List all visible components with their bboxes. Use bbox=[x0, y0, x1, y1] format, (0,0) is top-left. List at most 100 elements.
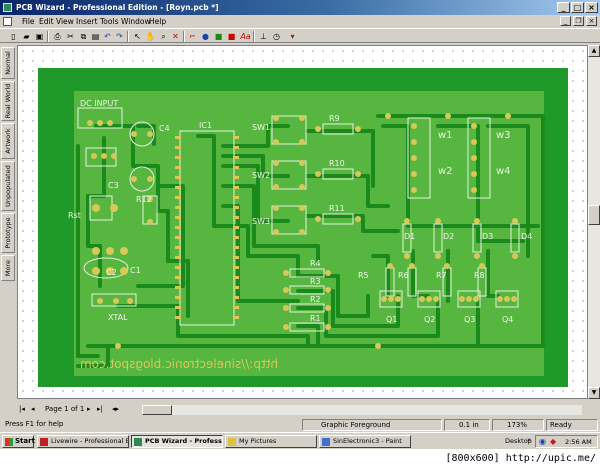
component-icon[interactable]: ▾ bbox=[287, 31, 298, 42]
clock-icon[interactable]: ◷ bbox=[271, 31, 282, 42]
status-zoom: 173% bbox=[492, 419, 544, 431]
label-d2: D2 bbox=[443, 232, 454, 241]
first-page-icon[interactable]: |◂ bbox=[19, 405, 25, 413]
menu-help[interactable]: Help bbox=[149, 17, 166, 26]
doc-close-button[interactable]: × bbox=[586, 16, 597, 26]
label-q4: Q4 bbox=[502, 315, 513, 324]
prev-page-icon[interactable]: ◂ bbox=[31, 405, 35, 413]
minimize-button[interactable]: _ bbox=[557, 2, 570, 13]
label-dc-input: DC INPUT bbox=[80, 99, 118, 108]
menu-tools[interactable]: Tools bbox=[100, 17, 118, 26]
doc-minimize-button[interactable]: _ bbox=[560, 16, 571, 26]
label-rst: Rst bbox=[68, 211, 81, 220]
label-w1: w1 bbox=[438, 130, 453, 141]
horizontal-scrollbar[interactable] bbox=[142, 405, 582, 415]
new-icon[interactable]: ▯ bbox=[8, 31, 19, 42]
arrow-icon[interactable]: ↖ bbox=[132, 31, 143, 42]
vertical-scrollbar[interactable]: ▲ ▼ bbox=[588, 45, 600, 399]
taskbar-livewire[interactable]: Livewire - Professional E... bbox=[37, 435, 129, 448]
footer-text: [800x600] http://upic.me/ bbox=[445, 453, 596, 464]
taskbar-my-pictures[interactable]: My Pictures bbox=[225, 435, 317, 448]
measure-icon[interactable]: ⊥ bbox=[258, 31, 269, 42]
tab-unpopulated[interactable]: Unpopulated bbox=[1, 161, 15, 211]
hand-icon[interactable]: ✋ bbox=[145, 31, 156, 42]
start-button[interactable]: Start bbox=[2, 435, 35, 448]
shield-icon[interactable]: ◆ bbox=[550, 437, 556, 446]
scroll-up-icon[interactable]: ▲ bbox=[588, 45, 600, 57]
paste-icon[interactable]: ▤ bbox=[90, 31, 101, 42]
page-navigation: |◂ ◂ Page 1 of 1 ▸ ▸| ◂▸ bbox=[17, 404, 588, 416]
menu-edit[interactable]: Edit bbox=[39, 17, 54, 26]
tab-more[interactable]: More bbox=[1, 255, 15, 281]
label-sw2: SW2 bbox=[252, 171, 270, 180]
system-tray: ◉ ◆ 2:56 AM bbox=[535, 435, 598, 448]
hscroll-thumb[interactable] bbox=[142, 405, 172, 415]
document-icon[interactable] bbox=[3, 17, 12, 26]
cross-icon[interactable]: ✕ bbox=[170, 31, 181, 42]
label-r11: R11 bbox=[329, 204, 345, 213]
label-r5: R5 bbox=[358, 271, 369, 280]
save-icon[interactable]: ▣ bbox=[34, 31, 45, 42]
taskbar-label: Livewire - Professional E... bbox=[51, 437, 129, 445]
open-icon[interactable]: ▰ bbox=[21, 31, 32, 42]
label-xtal: XTAL bbox=[108, 313, 128, 322]
folder-icon bbox=[228, 438, 236, 446]
cut-icon[interactable]: ✂ bbox=[65, 31, 76, 42]
scroll-down-icon[interactable]: ▼ bbox=[588, 387, 600, 399]
zoom-icon[interactable]: ⌕ bbox=[158, 31, 169, 42]
text-icon[interactable]: Aa bbox=[240, 31, 251, 42]
desktop-chevron-icon[interactable]: » bbox=[527, 436, 531, 444]
next-page-icon[interactable]: ▸ bbox=[87, 405, 91, 413]
title-bar[interactable]: PCB Wizard - Professional Edition - [Roy… bbox=[0, 0, 600, 15]
window-title: PCB Wizard - Professional Edition - [Roy… bbox=[16, 3, 219, 12]
redo-icon[interactable]: ↷ bbox=[114, 31, 125, 42]
toolbar-separator bbox=[127, 31, 129, 42]
maximize-button[interactable]: □ bbox=[571, 2, 584, 13]
menu-file[interactable]: File bbox=[22, 17, 35, 26]
pad-icon[interactable]: ● bbox=[200, 31, 211, 42]
menu-bar: File Edit View Insert Tools Window Help … bbox=[0, 15, 600, 28]
label-sw1: SW1 bbox=[252, 123, 270, 132]
label-r12: R12 bbox=[136, 195, 152, 204]
status-help: Press F1 for help bbox=[5, 420, 64, 428]
taskbar-paint[interactable]: SinElectronic3 - Paint bbox=[319, 435, 411, 448]
paint-icon bbox=[322, 438, 330, 446]
menu-view[interactable]: View bbox=[56, 17, 74, 26]
label-c4: C4 bbox=[159, 124, 170, 133]
menu-window[interactable]: Window bbox=[121, 17, 151, 26]
last-page-icon[interactable]: ▸| bbox=[97, 405, 103, 413]
taskbar-pcb-wizard[interactable]: PCB Wizard - Professi... bbox=[131, 435, 223, 448]
add-page-icon[interactable]: ◂▸ bbox=[112, 405, 119, 413]
label-r7: R7 bbox=[436, 271, 447, 280]
label-c1: C1 bbox=[130, 266, 141, 275]
undo-icon[interactable]: ↶ bbox=[102, 31, 113, 42]
network-icon[interactable]: ◉ bbox=[539, 437, 546, 446]
view-tabs: Normal Real World Artwork Unpopulated Pr… bbox=[0, 45, 16, 400]
menu-insert[interactable]: Insert bbox=[76, 17, 98, 26]
label-w2: w2 bbox=[438, 166, 453, 177]
watermark-text: http://sinelectronic.blogspot.com bbox=[80, 357, 278, 371]
label-sw3: SW3 bbox=[252, 217, 270, 226]
copy-icon[interactable]: ⧉ bbox=[78, 31, 89, 42]
label-r8: R8 bbox=[474, 271, 485, 280]
label-q2: Q2 bbox=[424, 315, 435, 324]
status-bar: Press F1 for help Graphic Foreground 0.1… bbox=[0, 419, 600, 431]
pcb-canvas[interactable]: DC INPUT C4 IC1 SW1 SW2 SW3 R9 R10 R11 w… bbox=[17, 45, 588, 399]
status-zoom-text: 173% bbox=[507, 421, 528, 429]
scroll-thumb[interactable] bbox=[588, 205, 600, 225]
close-button[interactable]: × bbox=[585, 2, 598, 13]
label-q1: Q1 bbox=[386, 315, 397, 324]
toolbar-separator bbox=[47, 31, 49, 42]
print-icon[interactable]: ⎙ bbox=[52, 31, 63, 42]
doc-restore-button[interactable]: ❐ bbox=[573, 16, 584, 26]
tab-artwork[interactable]: Artwork bbox=[1, 123, 15, 159]
line-icon[interactable]: ⌐ bbox=[187, 31, 198, 42]
clock[interactable]: 2:56 AM bbox=[565, 438, 592, 446]
rect-icon[interactable]: ■ bbox=[226, 31, 237, 42]
tab-normal[interactable]: Normal bbox=[1, 47, 15, 79]
fill-icon[interactable]: ■ bbox=[213, 31, 224, 42]
label-ic1: IC1 bbox=[199, 121, 212, 130]
tab-prototype[interactable]: Prototype bbox=[1, 213, 15, 253]
tab-real-world[interactable]: Real World bbox=[1, 81, 15, 121]
label-d4: D4 bbox=[521, 232, 532, 241]
